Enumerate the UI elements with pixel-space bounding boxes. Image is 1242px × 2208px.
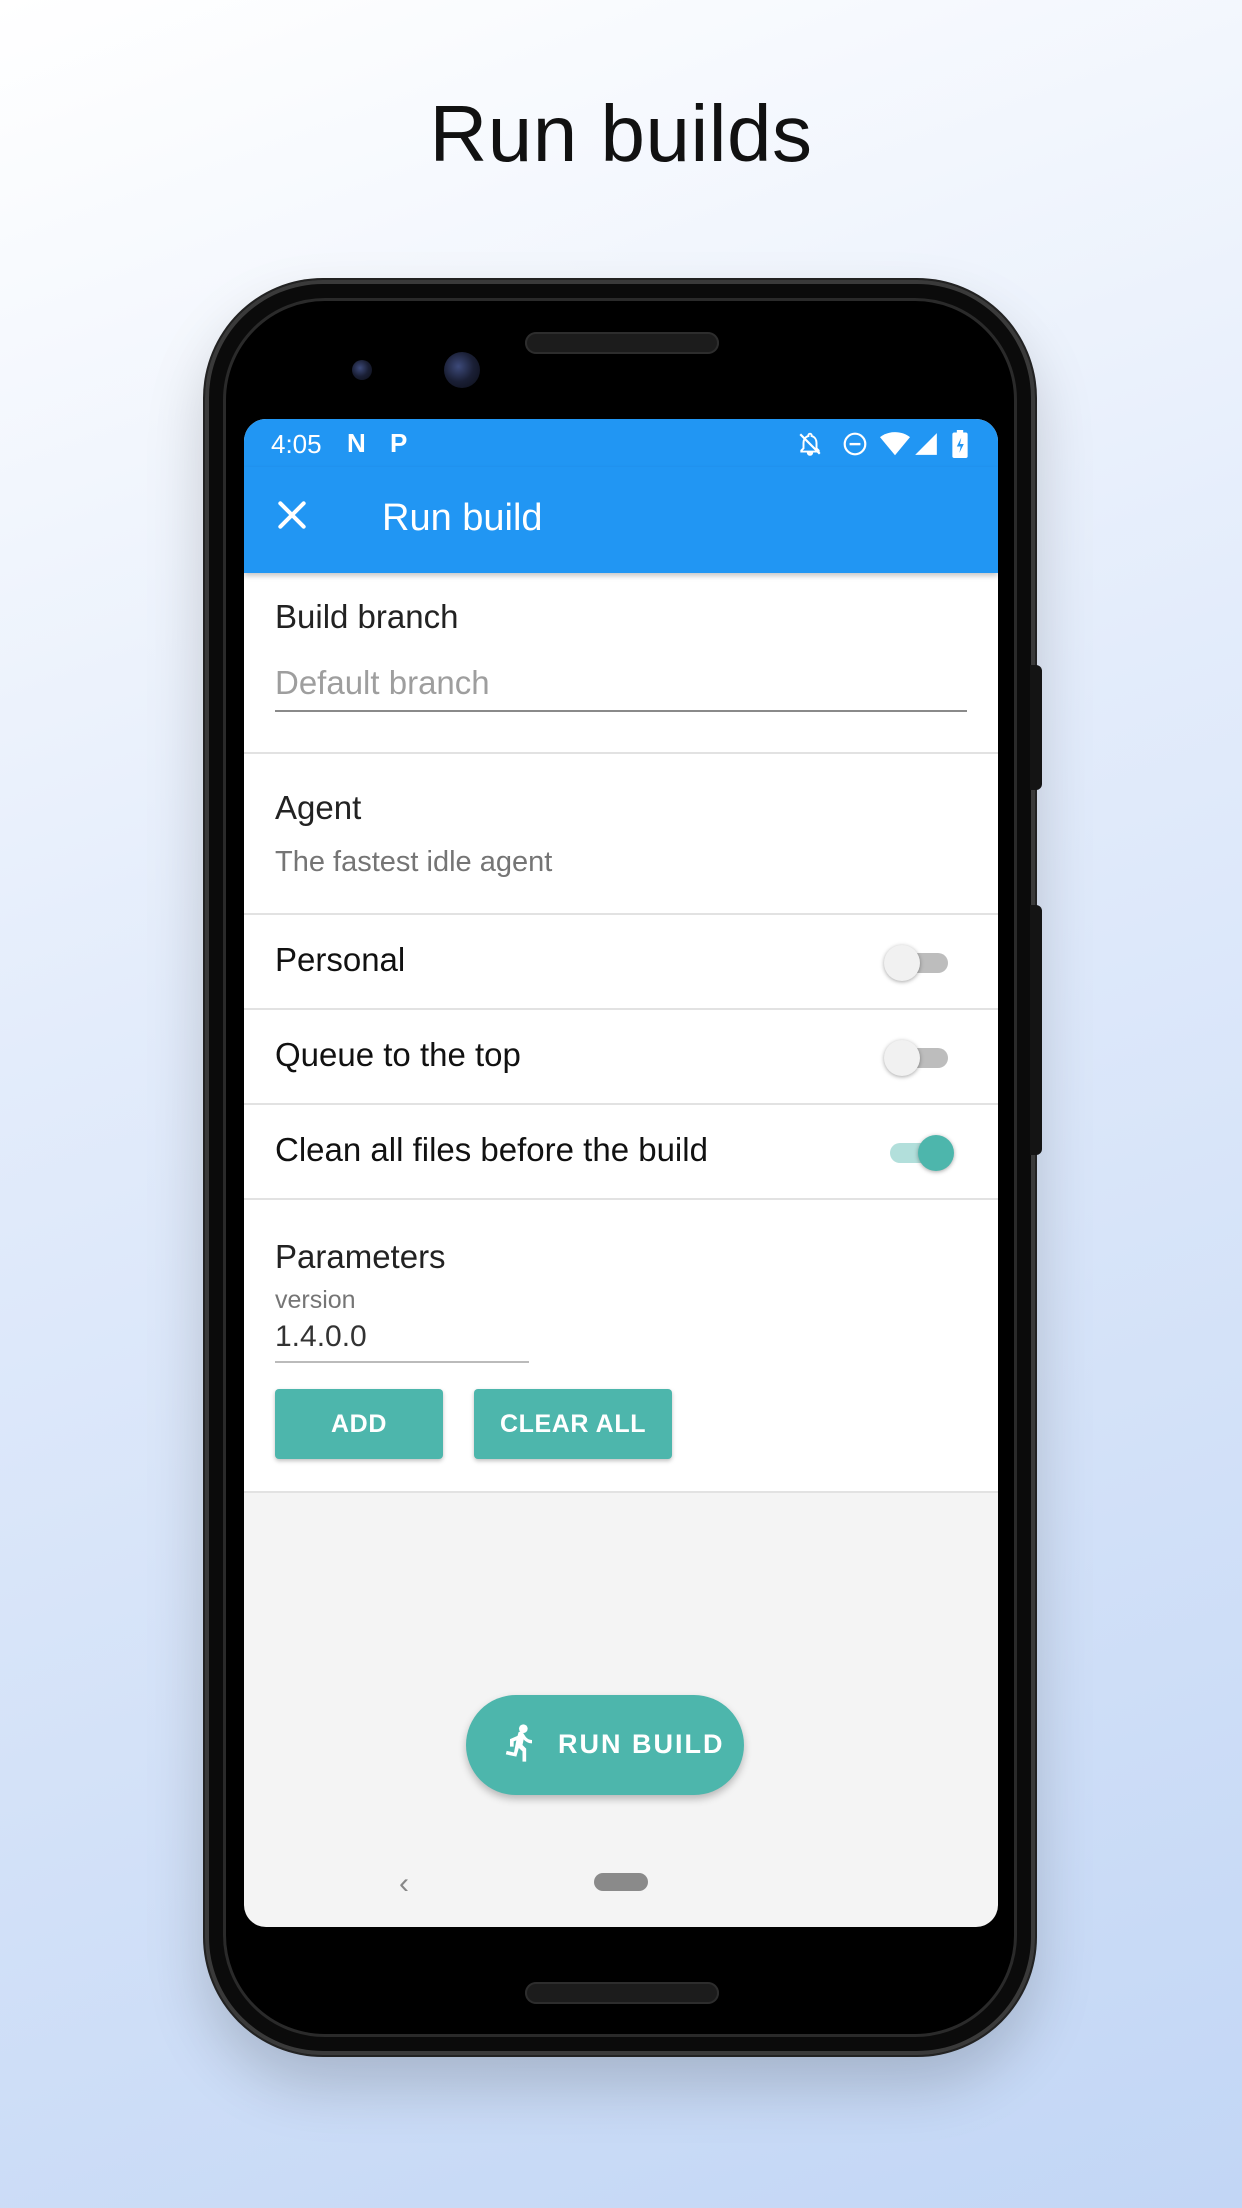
app-screen: 4:05 N P Run build Build branch Default … [244,419,998,1927]
personal-switch[interactable] [884,945,948,981]
signal-icon [915,433,937,455]
queue-top-label: Queue to the top [275,1036,521,1073]
run-icon [505,1724,532,1762]
clean-files-switch[interactable] [890,1135,954,1171]
clear-all-button[interactable]: CLEAR ALL [474,1389,672,1459]
front-camera-icon [444,352,480,388]
volume-button [1030,905,1042,1155]
nav-back-icon[interactable]: ‹ [399,1867,409,1901]
switch-thumb [884,945,920,981]
close-icon[interactable] [272,495,312,535]
switch-thumb [918,1135,954,1171]
nav-home-icon[interactable] [594,1873,648,1891]
build-branch-label: Build branch [275,598,459,635]
switch-thumb [884,1040,920,1076]
notifications-off-icon [799,432,821,456]
personal-label: Personal [275,941,406,978]
earpiece-speaker [525,332,719,354]
build-branch-section: Build branch Default branch [244,573,998,754]
status-time: 4:05 [271,429,322,459]
toggle-row-clean-files[interactable]: Clean all files before the build [244,1105,998,1200]
agent-section[interactable]: Agent The fastest idle agent [244,754,998,915]
wifi-icon [880,432,910,456]
agent-value: The fastest idle agent [275,846,553,878]
param-name-label: version [275,1286,356,1314]
sensor-icon [352,360,372,380]
form-content: Build branch Default branch Agent The fa… [244,573,998,1493]
toggle-row-queue-top[interactable]: Queue to the top [244,1010,998,1105]
bottom-speaker [525,1982,719,2004]
status-bar: 4:05 N P [244,419,998,467]
battery-icon [952,430,968,458]
notification-n-icon: N [347,428,366,458]
param-value-input[interactable]: 1.4.0.0 [275,1320,367,1354]
agent-label: Agent [275,789,362,826]
toggle-row-personal[interactable]: Personal [244,915,998,1010]
run-build-button[interactable]: RUN BUILD [466,1695,744,1795]
headline: Run builds [429,89,813,178]
run-build-label: RUN BUILD [558,1729,725,1759]
parameters-label: Parameters [275,1238,446,1275]
app-bar-title: Run build [382,497,543,539]
parameters-section: Parameters version 1.4.0.0 ADD CLEAR ALL [244,1200,998,1493]
power-button [1030,665,1042,790]
clean-files-label: Clean all files before the build [275,1131,708,1168]
queue-top-switch[interactable] [884,1040,948,1076]
add-button[interactable]: ADD [275,1389,443,1459]
app-bar: Run build [244,467,998,573]
build-branch-underline [275,710,967,712]
notification-p-icon: P [390,428,408,458]
do-not-disturb-icon [843,432,867,456]
build-branch-input[interactable]: Default branch [275,664,490,702]
param-value-underline [275,1361,529,1363]
